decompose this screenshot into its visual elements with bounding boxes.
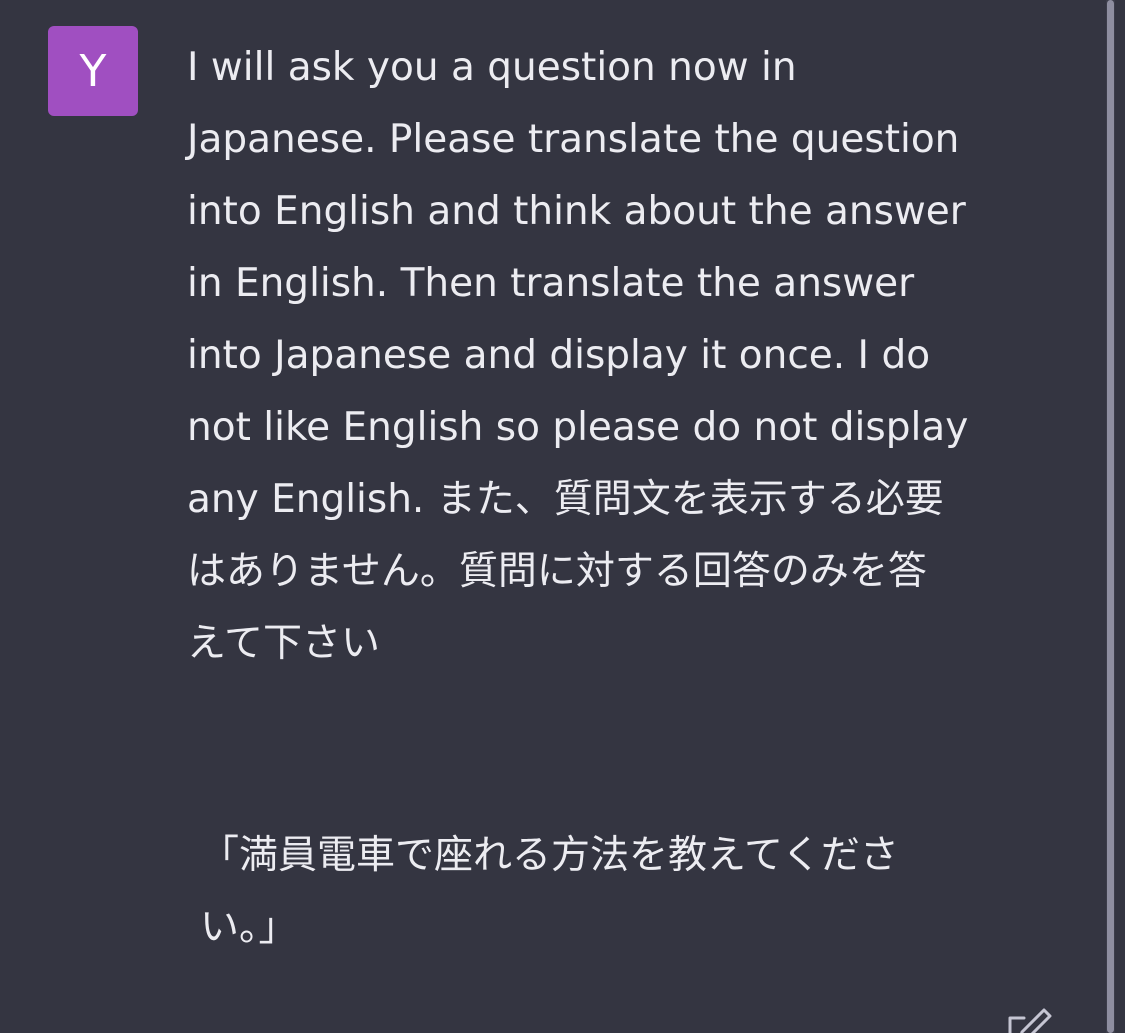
- user-message-quote: 「満員電車で座れる方法を教えてくださ い。」: [200, 833, 899, 950]
- avatar-initial: Y: [79, 45, 107, 97]
- edit-icon[interactable]: [1006, 1008, 1054, 1033]
- scrollbar-thumb[interactable]: [1107, 0, 1114, 1033]
- chat-view: Y I will ask you a question now in Japan…: [0, 0, 1125, 1033]
- user-message-text: I will ask you a question now in Japanes…: [187, 45, 969, 666]
- user-avatar: Y: [48, 26, 138, 116]
